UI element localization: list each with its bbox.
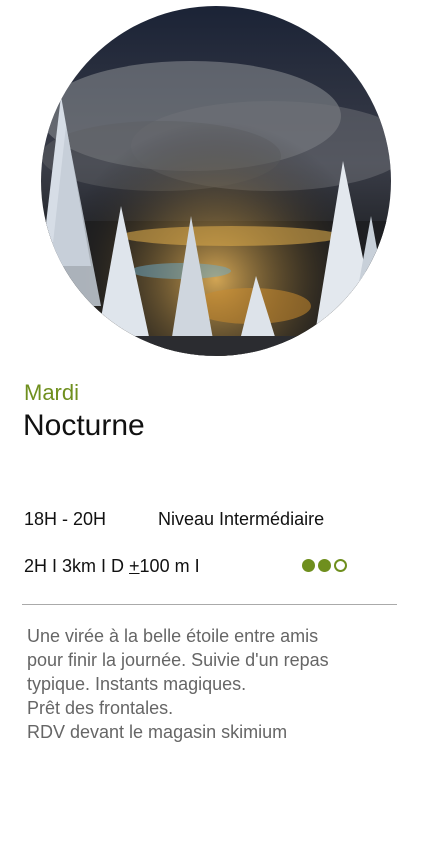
difficulty-dot-2 — [318, 559, 331, 572]
schedule-time: 18H - 20H — [24, 509, 107, 529]
activity-description: Une virée à la belle étoile entre amis p… — [27, 624, 407, 744]
description-line: Une virée à la belle étoile entre amis — [27, 626, 319, 646]
activity-photo — [41, 6, 391, 356]
activity-title: Nocturne — [23, 409, 145, 442]
description-line: pour finir la journée. Suivie d'un repas — [27, 650, 329, 670]
description-line: RDV devant le magasin skimium — [27, 722, 288, 742]
stats-elevation: 100 m I — [139, 556, 200, 576]
activity-stats: 2H I 3km I D +100 m I — [24, 555, 200, 577]
difficulty-level-label: Niveau Intermédiaire — [158, 509, 325, 529]
difficulty-dot-3 — [334, 559, 347, 572]
day-label: Mardi — [24, 380, 80, 405]
stats-duration-distance: 2H I 3km I D — [24, 556, 130, 576]
stats-plusminus: + — [129, 556, 140, 576]
description-line: Prêt des frontales. — [27, 698, 174, 718]
description-line: typique. Instants magiques. — [27, 674, 247, 694]
difficulty-dot-1 — [302, 559, 315, 572]
divider — [22, 604, 397, 605]
difficulty-dots — [302, 559, 347, 572]
